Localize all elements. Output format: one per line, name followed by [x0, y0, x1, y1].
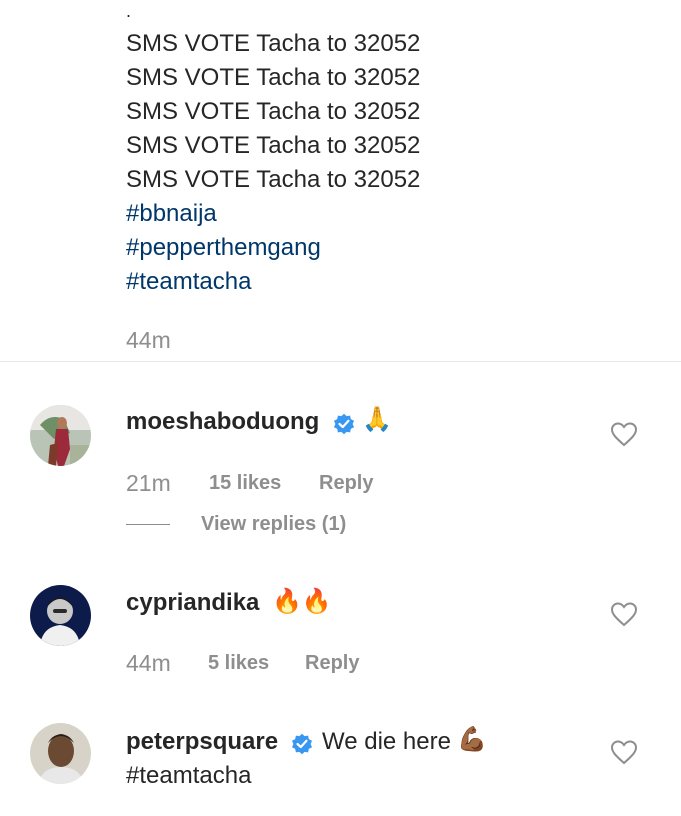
comment-text: We die here: [322, 728, 451, 755]
caption-line: SMS VOTE Tacha to 32052: [126, 166, 421, 193]
verified-badge-icon: [292, 733, 312, 755]
comment-username[interactable]: peterpsquare: [126, 728, 278, 756]
avatar[interactable]: [30, 723, 91, 784]
hashtag-link[interactable]: #bbnaija: [126, 197, 217, 231]
hashtag-link[interactable]: #teamtacha: [126, 265, 251, 299]
comment-timestamp: 44m: [126, 650, 171, 676]
caption-line: SMS VOTE Tacha to 32052: [126, 64, 421, 91]
divider: [0, 361, 681, 362]
caption-line: SMS VOTE Tacha to 32052: [126, 30, 421, 57]
hashtag-link[interactable]: #teamtacha: [126, 762, 251, 790]
comment-username[interactable]: cypriandika: [126, 589, 259, 617]
hashtag-link[interactable]: #pepperthemgang: [126, 231, 321, 265]
comment-emoji: 🔥🔥: [272, 588, 332, 615]
likes-count[interactable]: 15 likes: [209, 472, 281, 495]
heart-outline-icon[interactable]: [610, 421, 638, 447]
reply-button[interactable]: Reply: [319, 472, 373, 495]
avatar[interactable]: [30, 585, 91, 646]
caption-dot: .: [126, 1, 132, 21]
comment-emoji: 🙏: [362, 406, 392, 433]
heart-outline-icon[interactable]: [610, 739, 638, 765]
comment-emoji: 💪🏾: [457, 726, 487, 753]
heart-outline-icon[interactable]: [610, 601, 638, 627]
comment-timestamp: 21m: [126, 470, 171, 496]
likes-count[interactable]: 5 likes: [208, 652, 269, 675]
avatar[interactable]: [30, 405, 91, 466]
view-replies-button[interactable]: View replies (1): [201, 513, 346, 536]
caption-line: SMS VOTE Tacha to 32052: [126, 132, 421, 159]
comment-username[interactable]: moeshaboduong: [126, 408, 319, 436]
caption-timestamp: 44m: [126, 327, 171, 353]
view-replies-line: [126, 524, 170, 525]
caption-line: SMS VOTE Tacha to 32052: [126, 98, 421, 125]
reply-button[interactable]: Reply: [305, 652, 359, 675]
verified-badge-icon: [334, 413, 354, 435]
